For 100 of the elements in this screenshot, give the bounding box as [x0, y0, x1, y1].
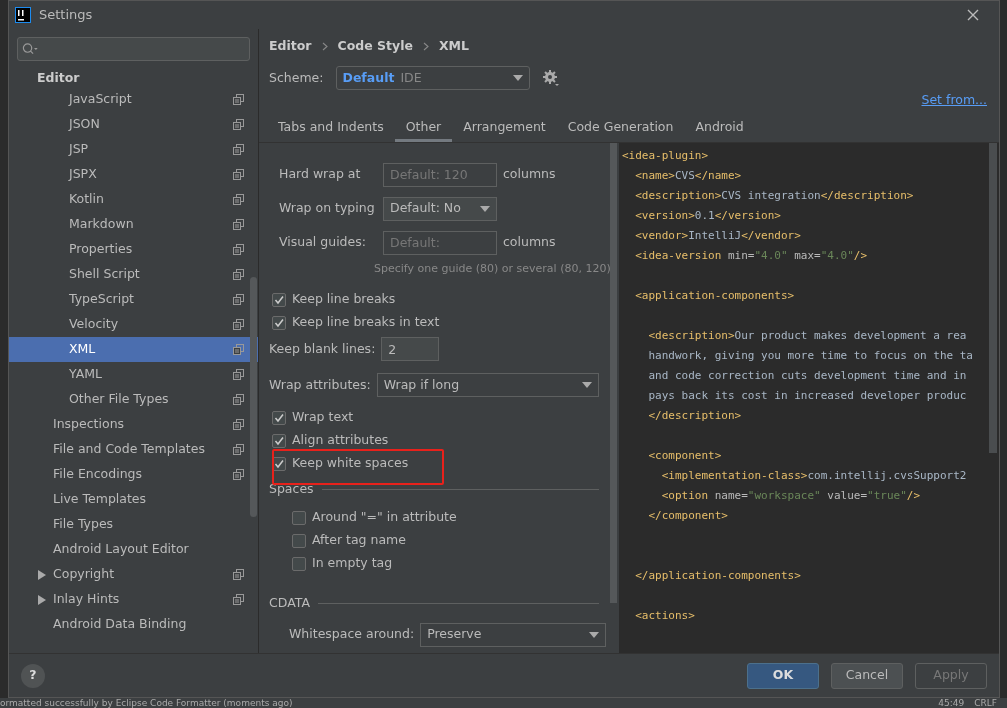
- sidebar-item[interactable]: TypeScript: [9, 287, 258, 312]
- code-line: <actions>: [634, 607, 696, 624]
- scrollbar[interactable]: [610, 142, 617, 603]
- checkbox[interactable]: [272, 433, 286, 448]
- ok-button[interactable]: OK: [747, 662, 819, 689]
- sidebar-item[interactable]: JSP: [9, 137, 258, 162]
- input-field[interactable]: 2: [381, 337, 440, 362]
- code-line: <component>: [647, 447, 723, 464]
- checkbox-label: Keep white spaces: [292, 454, 409, 473]
- sidebar-item[interactable]: Velocity: [9, 312, 258, 337]
- sidebar-item[interactable]: XML: [9, 337, 258, 362]
- code-line: <description>Our product makes development a rea: [647, 327, 968, 344]
- code-line: <version>0.1</version>: [634, 207, 782, 224]
- chevron-icon: [422, 42, 429, 51]
- sidebar-item[interactable]: Inlay Hints: [9, 587, 258, 612]
- sidebar-item[interactable]: JSON: [9, 112, 258, 137]
- sidebar-item[interactable]: Kotlin: [9, 187, 258, 212]
- checkbox-label: In empty tag: [312, 554, 393, 573]
- breadcrumb[interactable]: Code Style: [337, 37, 413, 56]
- scrollbar[interactable]: [989, 142, 997, 453]
- sidebar-item[interactable]: Markdown: [9, 212, 258, 237]
- checkbox-label: Keep line breaks in text: [292, 313, 440, 332]
- checkbox[interactable]: [292, 533, 306, 548]
- unit-label: columns: [503, 165, 556, 184]
- gear-icon[interactable]: [541, 69, 560, 87]
- sidebar-item[interactable]: Android Data Binding: [9, 612, 258, 637]
- check-icon: [274, 317, 284, 328]
- tab[interactable]: Code Generation: [556, 113, 685, 142]
- checkbox[interactable]: [272, 410, 286, 425]
- code-line: </component>: [647, 507, 729, 524]
- dropdown[interactable]: Preserve: [420, 622, 607, 647]
- checkbox-label: Around "=" in attribute: [312, 508, 457, 527]
- scrollbar[interactable]: [250, 277, 257, 517]
- checkbox-label: After tag name: [312, 531, 406, 550]
- tab[interactable]: Android: [684, 113, 755, 142]
- sidebar-item[interactable]: Other File Types: [9, 387, 258, 412]
- field-label: Wrap attributes:: [269, 375, 371, 394]
- sidebar-item[interactable]: Android Layout Editor: [9, 537, 258, 562]
- checkbox-label: Wrap text: [292, 408, 354, 427]
- code-line: and code correction cuts development time and in: [647, 367, 968, 384]
- search-field[interactable]: [17, 37, 250, 61]
- check-icon: [274, 458, 284, 469]
- sidebar-item[interactable]: Inspections: [9, 412, 258, 437]
- chevron-icon: [321, 42, 328, 51]
- code-line: <description>CVS integration</description>: [634, 187, 915, 204]
- breadcrumb[interactable]: Editor: [269, 37, 312, 56]
- tab[interactable]: Tabs and Indents: [267, 113, 395, 142]
- hint-text: Specify one guide (80) or several (80, 120): [374, 260, 611, 277]
- sidebar-item[interactable]: YAML: [9, 362, 258, 387]
- checkbox-label: Keep line breaks: [292, 290, 396, 309]
- window-title: Settings: [39, 6, 93, 25]
- dropdown[interactable]: Default: No: [383, 196, 497, 221]
- code-line: pays back its cost in increased developer produc: [647, 387, 968, 404]
- sidebar-item[interactable]: Live Templates: [9, 487, 258, 512]
- expand-arrow-icon[interactable]: [38, 594, 46, 605]
- sidebar-item[interactable]: File Types: [9, 512, 258, 537]
- field-label: Whitespace around:: [289, 625, 415, 644]
- checkbox-label: Align attributes: [292, 431, 389, 450]
- check-icon: [274, 412, 284, 423]
- code-line: </description>: [647, 407, 743, 424]
- unit-label: columns: [503, 233, 556, 252]
- group-label: CDATA: [269, 594, 310, 612]
- sidebar-item[interactable]: Shell Script: [9, 262, 258, 287]
- sidebar-item[interactable]: Copyright: [9, 562, 258, 587]
- sidebar-header: Editor: [36, 69, 81, 87]
- dialog-button[interactable]: Cancel: [831, 662, 903, 689]
- code-line: <option name="workspace" value="true"/>: [660, 487, 922, 504]
- checkbox[interactable]: [292, 556, 306, 571]
- field-label: Visual guides:: [279, 233, 367, 252]
- sidebar-item[interactable]: JSPX: [9, 162, 258, 187]
- expand-arrow-icon[interactable]: [38, 569, 46, 580]
- checkbox[interactable]: [272, 315, 286, 330]
- checkbox[interactable]: [292, 510, 306, 525]
- sidebar-item[interactable]: File and Code Templates: [9, 437, 258, 462]
- sidebar-item[interactable]: File Encodings: [9, 462, 258, 487]
- checkbox[interactable]: [272, 292, 286, 307]
- check-icon: [274, 294, 284, 305]
- tab[interactable]: Other: [394, 113, 453, 142]
- dropdown[interactable]: Wrap if long: [376, 373, 599, 398]
- sidebar-item[interactable]: JavaScript: [9, 87, 258, 112]
- help-button[interactable]: ?: [21, 663, 45, 688]
- scheme-label: Scheme:: [269, 68, 324, 87]
- code-line: <implementation-class>com.intellij.cvsSupport2: [660, 467, 968, 484]
- close-icon[interactable]: [967, 9, 979, 21]
- set-from-link[interactable]: Set from...: [921, 91, 987, 110]
- cursor-position: 45:49: [938, 698, 965, 708]
- code-line: <vendor>IntelliJ</vendor>: [634, 227, 802, 244]
- scheme-dropdown[interactable]: Default IDE: [335, 66, 530, 90]
- input-field[interactable]: Default:: [383, 230, 497, 255]
- field-label: Wrap on typing: [279, 199, 376, 218]
- group-label: Spaces: [269, 480, 314, 499]
- check-icon: [274, 435, 284, 446]
- sidebar-item[interactable]: Properties: [9, 237, 258, 262]
- tab[interactable]: Arrangement: [452, 113, 557, 142]
- code-line: <idea-plugin>: [622, 147, 710, 164]
- input-field[interactable]: Default: 120: [383, 162, 497, 187]
- code-line: <idea-version min="4.0" max="4.0"/>: [634, 247, 869, 264]
- code-line: <application-components>: [634, 287, 796, 304]
- breadcrumb[interactable]: XML: [438, 37, 469, 56]
- app-logo-icon: [15, 7, 31, 23]
